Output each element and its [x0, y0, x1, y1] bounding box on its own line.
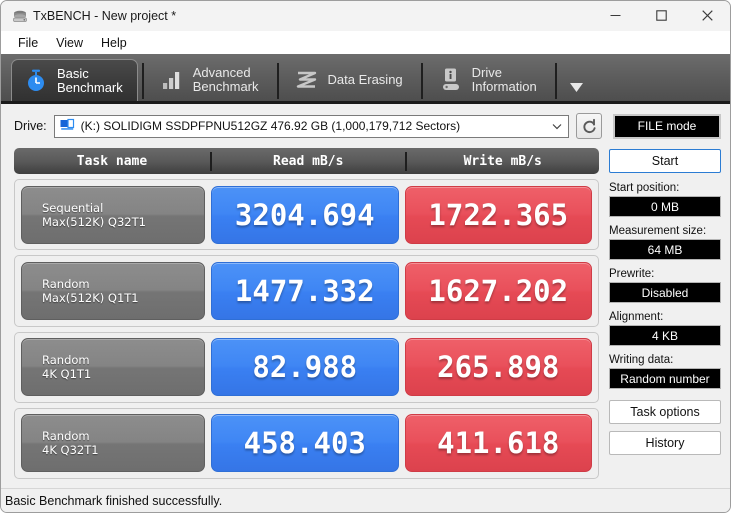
table-row: Random Max(512K) Q1T1 1477.332 1627.202: [14, 255, 599, 327]
chevron-down-icon: [552, 124, 562, 130]
task-name-box[interactable]: Random Max(512K) Q1T1: [21, 261, 205, 320]
write-value-box: 1627.202: [404, 261, 592, 320]
maximize-button[interactable]: [638, 1, 684, 31]
drive-icon: [60, 118, 75, 134]
read-value-box: 458.403: [211, 414, 399, 473]
prewrite-value[interactable]: Disabled: [609, 282, 721, 303]
read-value-box: 1477.332: [211, 261, 399, 320]
table-row: Random 4K Q1T1 82.988 265.898: [14, 331, 599, 403]
task-name-box[interactable]: Random 4K Q32T1: [21, 414, 205, 473]
measurement-size-label: Measurement size:: [609, 225, 707, 237]
alignment-value[interactable]: 4 KB: [609, 325, 721, 346]
start-button[interactable]: Start: [609, 149, 721, 173]
tab-separator: [420, 63, 423, 99]
tab-label: Advanced Benchmark: [192, 65, 259, 94]
column-header-write: Write mB/s: [463, 153, 542, 169]
tab-advanced-benchmark[interactable]: Advanced Benchmark: [148, 59, 273, 101]
task-options-button[interactable]: Task options: [609, 400, 721, 424]
tab-label: Data Erasing: [327, 72, 403, 87]
tab-label: Drive Information: [471, 65, 537, 94]
history-button[interactable]: History: [609, 431, 721, 455]
drive-info-icon: [439, 67, 463, 93]
task-name-box[interactable]: Random 4K Q1T1: [21, 338, 205, 397]
chevron-down-icon: [569, 83, 583, 92]
read-value-box: 82.988: [211, 338, 399, 397]
tab-overflow-button[interactable]: [561, 59, 584, 101]
alignment-label: Alignment:: [609, 311, 664, 323]
start-position-value[interactable]: 0 MB: [609, 196, 721, 217]
menu-item-file[interactable]: File: [9, 34, 47, 52]
bar-chart-icon: [160, 67, 184, 93]
writing-data-label: Writing data:: [609, 354, 674, 366]
measurement-size-value[interactable]: 64 MB: [609, 239, 721, 260]
status-message: Basic Benchmark finished successfully.: [5, 493, 223, 508]
minimize-button[interactable]: [592, 1, 638, 31]
window-title: TxBENCH - New project *: [33, 8, 177, 23]
main-content: Task name Read mB/s Write mB/s Sequentia…: [1, 148, 730, 484]
write-value-box: 1722.365: [404, 185, 592, 244]
txbench-window: TxBENCH - New project * File View Help B…: [0, 0, 731, 513]
menu-item-help[interactable]: Help: [92, 34, 136, 52]
tab-separator: [276, 63, 279, 99]
write-value-box: 265.898: [404, 338, 592, 397]
writing-data-value[interactable]: Random number: [609, 368, 721, 389]
drive-select-value: (K:) SOLIDIGM SSDPFPNU512GZ 476.92 GB (1…: [80, 119, 461, 133]
write-value-box: 411.618: [404, 414, 592, 473]
tab-separator: [141, 63, 144, 99]
column-header-task-name: Task name: [76, 153, 148, 169]
tab-basic-benchmark[interactable]: Basic Benchmark: [11, 59, 138, 101]
file-mode-button[interactable]: FILE mode: [613, 113, 721, 139]
menu-item-view[interactable]: View: [47, 34, 92, 52]
settings-sidebar: Start Start position: 0 MB Measurement s…: [609, 148, 721, 484]
stopwatch-icon: [24, 68, 48, 94]
refresh-drive-button[interactable]: [576, 113, 602, 139]
results-header-row: Task name Read mB/s Write mB/s: [14, 148, 599, 174]
read-value-box: 3204.694: [211, 185, 399, 244]
table-row: Sequential Max(512K) Q32T1 3204.694 1722…: [14, 179, 599, 251]
tab-bar: Basic Benchmark Advanced Benchmark Data …: [1, 54, 730, 104]
tab-data-erasing[interactable]: Data Erasing: [283, 59, 417, 101]
window-controls: [592, 1, 730, 31]
column-header-read: Read mB/s: [273, 153, 344, 169]
drive-select[interactable]: (K:) SOLIDIGM SSDPFPNU512GZ 476.92 GB (1…: [53, 114, 569, 138]
task-name-box[interactable]: Sequential Max(512K) Q32T1: [21, 185, 205, 244]
app-icon: [7, 1, 33, 31]
tab-drive-information[interactable]: Drive Information: [427, 59, 551, 101]
eraser-wave-icon: [295, 67, 319, 93]
drive-label: Drive:: [14, 119, 47, 133]
start-position-label: Start position:: [609, 182, 680, 194]
table-row: Random 4K Q32T1 458.403 411.618: [14, 407, 599, 479]
close-button[interactable]: [684, 1, 730, 31]
tab-label: Basic Benchmark: [57, 65, 123, 95]
benchmark-results: Task name Read mB/s Write mB/s Sequentia…: [14, 148, 599, 484]
title-bar: TxBENCH - New project *: [1, 1, 730, 31]
drive-selection-bar: Drive: (K:) SOLIDIGM SSDPFPNU512GZ 476.9…: [1, 104, 730, 148]
tab-separator: [554, 63, 557, 99]
prewrite-label: Prewrite:: [609, 268, 655, 280]
menu-bar: File View Help: [1, 31, 730, 54]
refresh-icon: [582, 118, 596, 133]
status-bar: Basic Benchmark finished successfully.: [1, 488, 730, 512]
